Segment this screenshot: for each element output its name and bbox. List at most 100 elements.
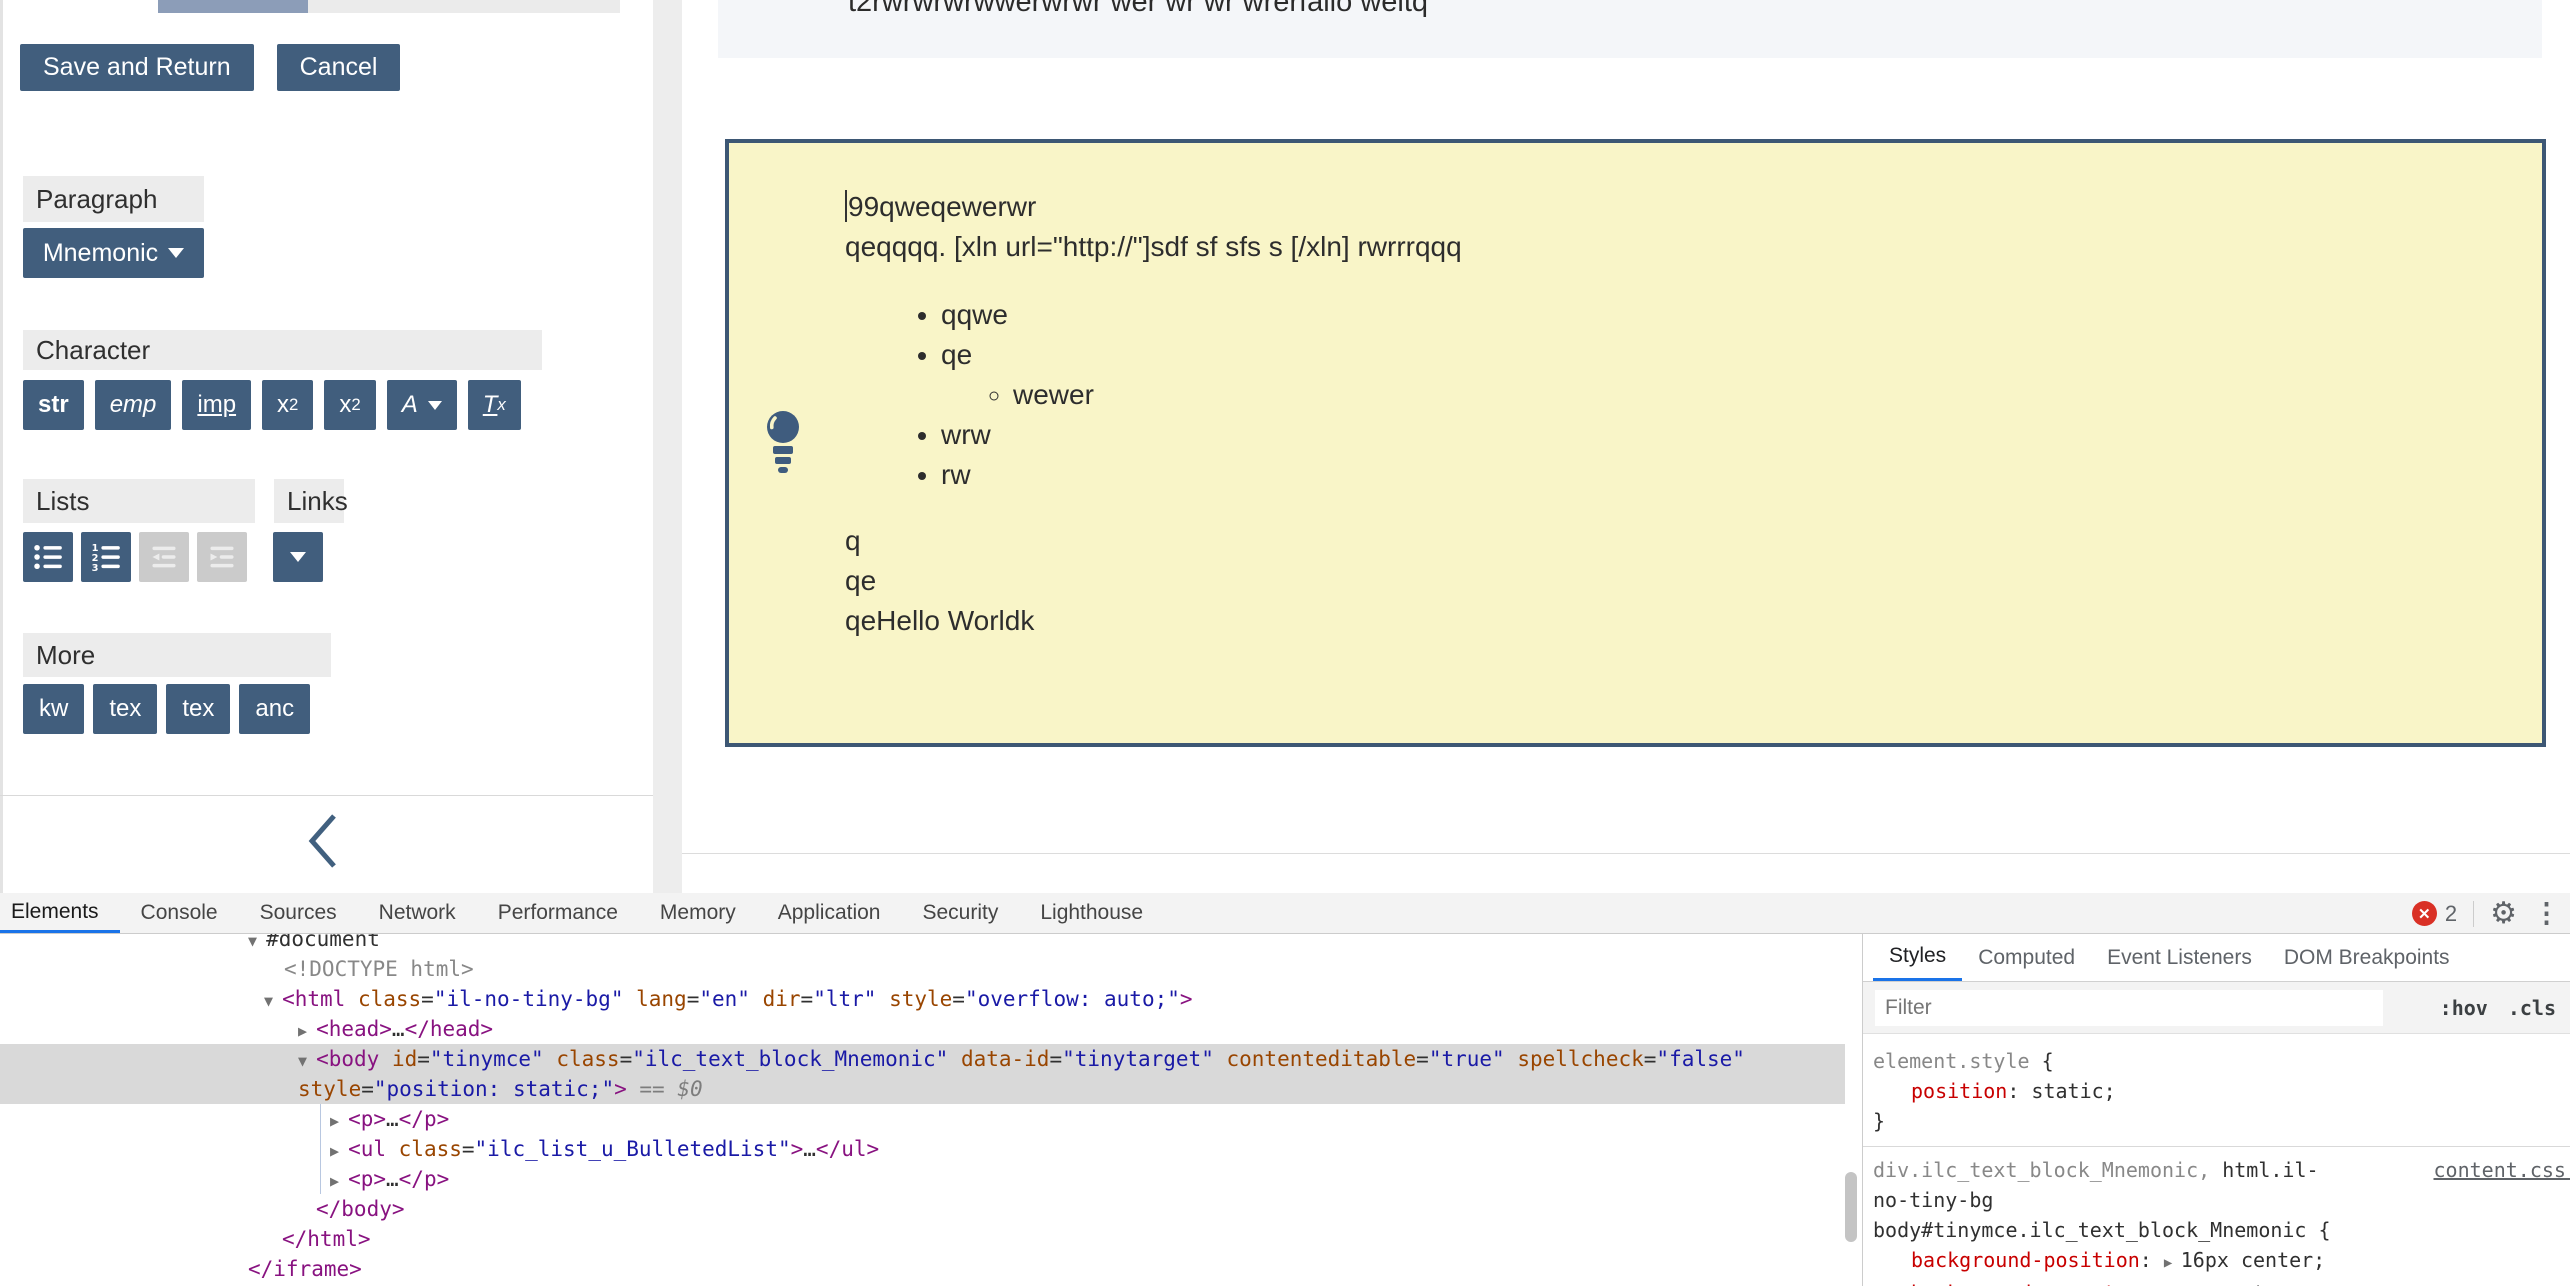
settings-gear-icon[interactable]: ⚙ (2490, 899, 2517, 929)
emphasis-button[interactable]: emp (95, 380, 172, 430)
error-count: 2 (2445, 901, 2457, 927)
tree-node-p2[interactable]: ▶ <p>…</p> (0, 1164, 1845, 1194)
tab-sources[interactable]: Sources (239, 893, 358, 933)
tab-console[interactable]: Console (120, 893, 239, 933)
nested-bulleted-list: wewer (941, 375, 1462, 415)
anchor-button[interactable]: anc (239, 684, 310, 734)
paragraph-section-header: Paragraph (23, 176, 204, 222)
tab-computed[interactable]: Computed (1962, 934, 2091, 981)
numbered-list-icon: 1 2 3 (91, 542, 121, 572)
outdent-icon (149, 542, 179, 572)
error-count-badge[interactable]: ✕ 2 (2412, 901, 2457, 927)
tree-node-document[interactable]: ▼ #document (0, 934, 1845, 954)
tree-node-body-line1[interactable]: ▼ <body id="tinymce" class="ilc_text_blo… (0, 1044, 1845, 1074)
bullet-list-button[interactable] (23, 532, 73, 582)
horizontal-scrollbar[interactable] (158, 0, 620, 13)
editor-sidebar: Save and Return Cancel Paragraph Mnemoni… (0, 0, 653, 893)
content-divider (682, 853, 2570, 854)
css-property-position[interactable]: position: static; (1873, 1076, 2570, 1106)
text-color-dropdown[interactable]: A (387, 380, 457, 430)
tab-performance[interactable]: Performance (477, 893, 639, 933)
vertical-scrollbar-track[interactable] (653, 0, 682, 893)
mnemonic-block[interactable]: 99qweqewerwr qeqqqq. [xln url="http://"]… (725, 139, 2546, 747)
note-paragraph-1: 99qweqewerwr qeqqqq. [xln url="http://"]… (845, 187, 1462, 267)
outdent-button[interactable] (139, 532, 189, 582)
devtools-tabs: Elements Console Sources Network Perform… (0, 893, 1164, 933)
indent-button[interactable] (197, 532, 247, 582)
cancel-button[interactable]: Cancel (277, 44, 401, 91)
note-paragraph-2: q qe qeHello Worldk (845, 521, 1462, 641)
numbered-list-button[interactable]: 1 2 3 (81, 532, 131, 582)
tree-node-html[interactable]: ▼ <html class="il-no-tiny-bg" lang="en" … (0, 984, 1845, 1014)
paragraph-block-above[interactable]: t2rwrwrwrwwerwrwr wer wr wr wrerfallo we… (718, 0, 2542, 58)
tree-node-doctype[interactable]: <!DOCTYPE html> (0, 954, 1845, 984)
tree-node-p1[interactable]: ▶ <p>…</p> (0, 1104, 1845, 1134)
list-item: qqwe (941, 295, 1462, 335)
tab-dom-breakpoints[interactable]: DOM Breakpoints (2268, 934, 2466, 981)
more-buttons: kw tex tex anc (23, 684, 310, 734)
devtools-toolbar-right: ✕ 2 ⚙ ⋮ (2412, 893, 2560, 934)
tab-security[interactable]: Security (901, 893, 1019, 933)
list-item: qe wewer (941, 335, 1462, 415)
elements-tree: ▼ #document <!DOCTYPE html> ▼ <html clas… (0, 934, 1845, 1286)
element-style-selector[interactable]: element.style { (1873, 1046, 2570, 1076)
tex-button[interactable]: tex (93, 684, 157, 734)
indent-icon (207, 542, 237, 572)
class-toggle[interactable]: .cls (2508, 996, 2556, 1020)
lightbulb-icon (767, 410, 799, 476)
save-and-return-button[interactable]: Save and Return (20, 44, 254, 91)
tree-node-html-close[interactable]: </html> (0, 1224, 1845, 1254)
superscript-button[interactable]: x2 (262, 380, 313, 430)
stylesheet-source-link[interactable]: content.css: (2434, 1155, 2570, 1185)
toolbar-divider (2473, 901, 2474, 927)
more-section-header: More (23, 633, 331, 677)
keyword-button[interactable]: kw (23, 684, 84, 734)
tree-scrollbar-thumb[interactable] (1845, 1172, 1857, 1242)
clear-format-button[interactable]: Tx (468, 380, 521, 430)
tab-elements[interactable]: Elements (0, 893, 120, 933)
character-section-header: Character (23, 330, 542, 370)
panel-left-edge (0, 0, 3, 893)
mnemonic-block-content[interactable]: 99qweqewerwr qeqqqq. [xln url="http://"]… (845, 187, 1462, 641)
paragraph-style-dropdown[interactable]: Mnemonic (23, 228, 204, 278)
tab-event-listeners[interactable]: Event Listeners (2091, 934, 2268, 981)
devtools-panel: Elements Console Sources Network Perform… (0, 893, 2570, 1286)
mnemonic-css-rule: div.ilc_text_block_Mnemonic, html.il- co… (1873, 1155, 2570, 1286)
horizontal-scrollbar-thumb[interactable] (158, 0, 308, 13)
css-property-background-position[interactable]: background-position: ▶ 16px center; (1873, 1245, 2570, 1278)
collapse-panel-button[interactable] (300, 810, 348, 872)
tab-application[interactable]: Application (757, 893, 902, 933)
subscript-button[interactable]: x2 (324, 380, 375, 430)
page-content-area: t2rwrwrwrwwerwrwr wer wr wr wrerfallo we… (682, 0, 2570, 893)
tree-node-body-line2[interactable]: style="position: static;"> == $0 (0, 1074, 1845, 1104)
kebab-menu-icon[interactable]: ⋮ (2533, 900, 2560, 927)
action-buttons: Save and Return Cancel (20, 44, 400, 91)
css-property-background-repeat[interactable]: background-repeat: ▶ no-repeat; (1873, 1278, 2570, 1286)
rule-divider (1863, 1146, 2570, 1147)
important-button[interactable]: imp (182, 380, 251, 430)
panel-divider (0, 795, 653, 796)
tab-memory[interactable]: Memory (639, 893, 757, 933)
strong-button[interactable]: str (23, 380, 84, 430)
pseudo-state-toggle[interactable]: :hov (2440, 996, 2488, 1020)
rule-selector-line3[interactable]: body#tinymce.ilc_text_block_Mnemonic { (1873, 1215, 2570, 1245)
styles-filter-input[interactable] (1875, 990, 2383, 1026)
tex-button-2[interactable]: tex (166, 684, 230, 734)
chevron-down-icon (290, 552, 306, 562)
tree-node-iframe-close[interactable]: </iframe> (0, 1254, 1845, 1284)
tree-node-head[interactable]: ▶ <head>…</head> (0, 1014, 1845, 1044)
error-icon: ✕ (2412, 901, 2437, 926)
page-editor-screen: Save and Return Cancel Paragraph Mnemoni… (0, 0, 2570, 1286)
tab-network[interactable]: Network (358, 893, 477, 933)
svg-text:3: 3 (92, 563, 99, 572)
element-style-close[interactable]: } (1873, 1106, 2570, 1136)
tree-node-body-selected[interactable]: ▼ <body id="tinymce" class="ilc_text_blo… (0, 1044, 1845, 1104)
bullet-list-icon (33, 542, 63, 572)
rule-selector-line2[interactable]: no-tiny-bg (1873, 1185, 2570, 1215)
tree-node-body-close[interactable]: </body> (0, 1194, 1845, 1224)
tab-styles[interactable]: Styles (1873, 934, 1962, 981)
paragraph-style-value: Mnemonic (43, 239, 158, 268)
tab-lighthouse[interactable]: Lighthouse (1019, 893, 1164, 933)
tree-node-ul[interactable]: ▶ <ul class="ilc_list_u_BulletedList">…<… (0, 1134, 1845, 1164)
links-dropdown[interactable] (273, 532, 323, 582)
